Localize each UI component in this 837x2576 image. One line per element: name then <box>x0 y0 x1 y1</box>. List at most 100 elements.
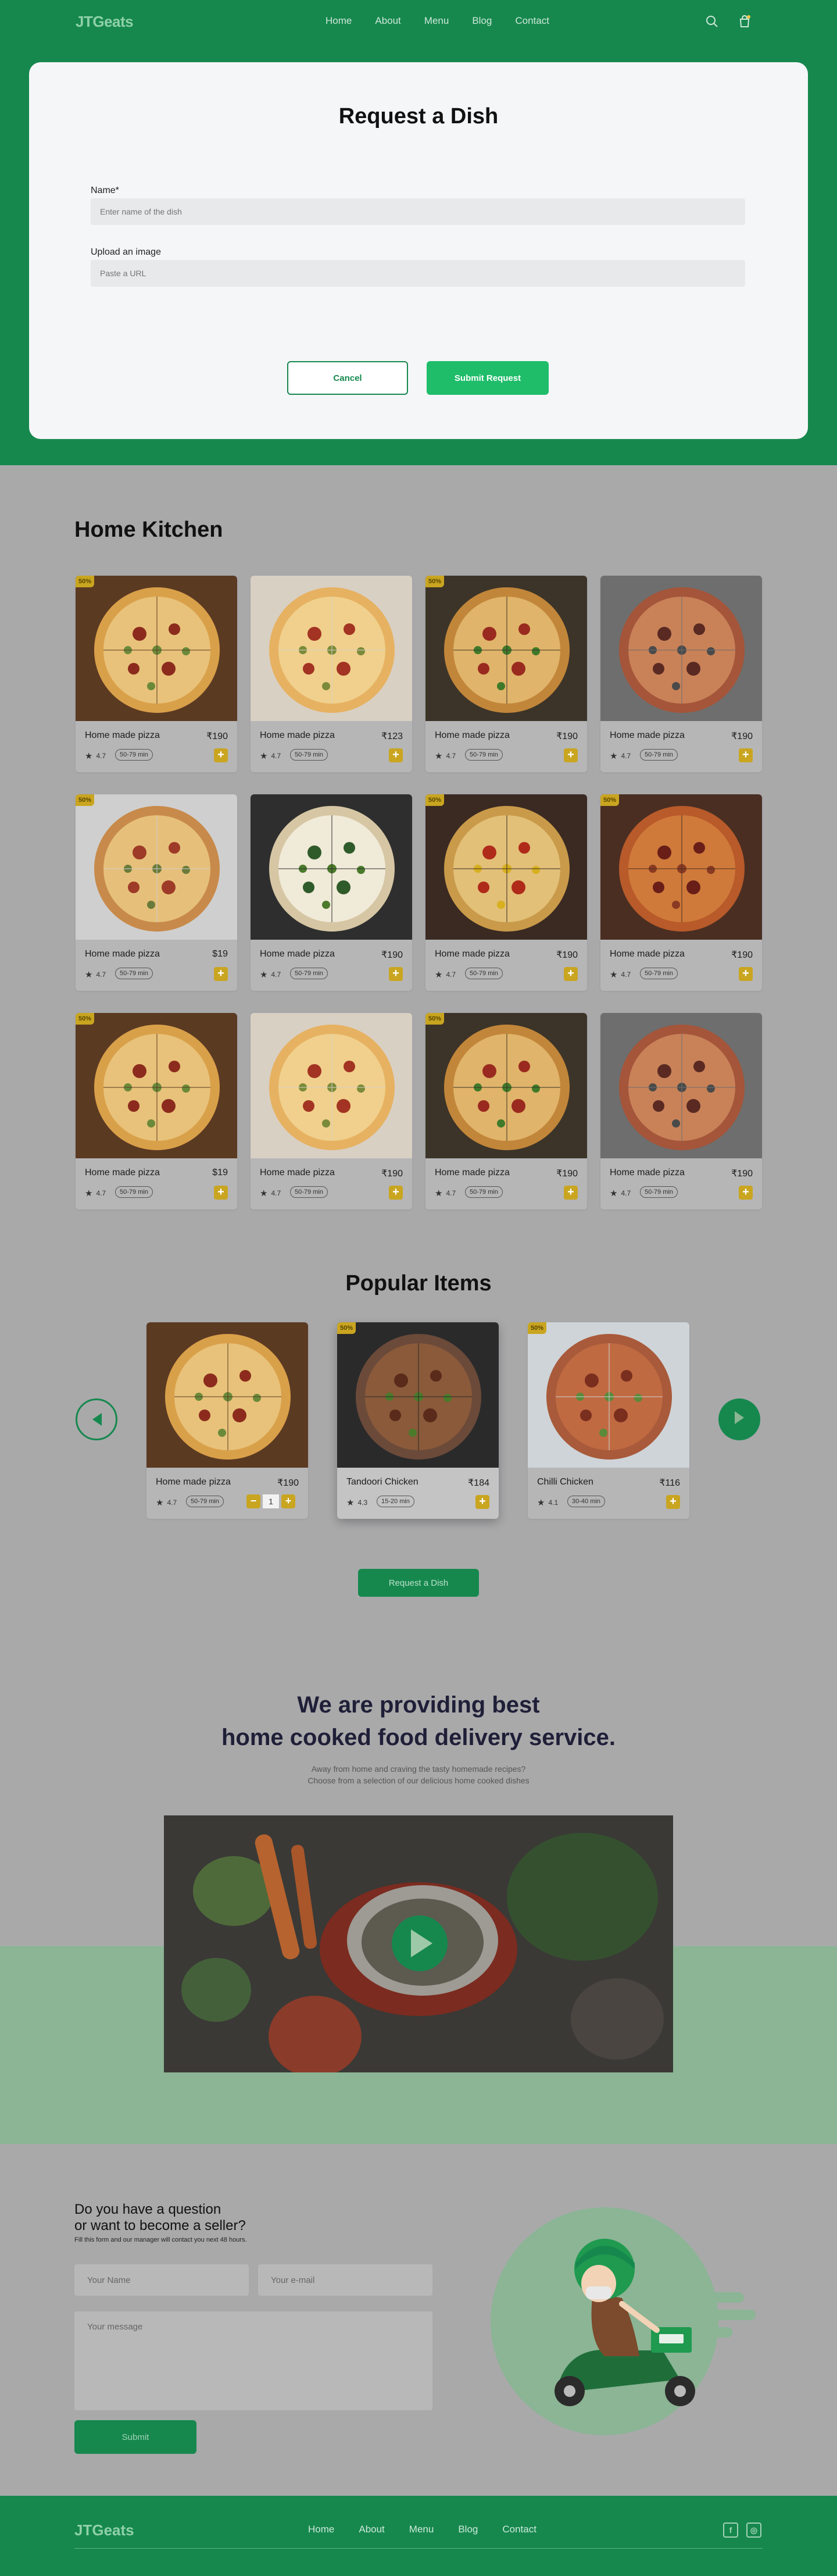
request-dish-modal: Request a Dish Name* Upload an image Can… <box>29 62 808 439</box>
quantity-stepper[interactable]: − 1 + <box>246 1494 295 1508</box>
contact-title-line2: or want to become a seller? <box>74 2218 246 2234</box>
card-name: Home made pizza <box>85 1168 160 1178</box>
food-card[interactable]: 50% Home made pizza ₹190 ★ 4.7 50-79 min + <box>76 576 237 772</box>
delivery-time-badge: 50-79 min <box>115 968 153 979</box>
footer-divider <box>74 2548 763 2549</box>
card-name: Home made pizza <box>156 1477 231 1487</box>
rating-value: 4.7 <box>96 752 106 760</box>
card-price: ₹190 <box>206 732 228 741</box>
footer-link-contact[interactable]: Contact <box>502 2524 536 2535</box>
footer-link-home[interactable]: Home <box>308 2524 334 2535</box>
footer-link-menu[interactable]: Menu <box>409 2524 434 2535</box>
card-name: Home made pizza <box>610 730 685 740</box>
discount-badge: 50% <box>600 794 620 806</box>
logo[interactable]: JTGeats <box>76 13 134 31</box>
rating-value: 4.7 <box>96 1189 106 1197</box>
food-card[interactable]: Home made pizza ₹190 ★ 4.7 50-79 min + <box>251 1013 412 1209</box>
add-to-cart-button[interactable]: + <box>739 967 753 981</box>
add-to-cart-button[interactable]: + <box>214 1186 228 1200</box>
cart-icon[interactable] <box>737 14 752 29</box>
add-to-cart-button[interactable]: + <box>739 748 753 762</box>
card-rating: ★ 4.7 <box>610 1188 631 1198</box>
card-image <box>146 1322 308 1468</box>
rating-value: 4.7 <box>446 752 456 760</box>
increase-qty-button[interactable]: + <box>281 1494 295 1508</box>
nav-link-blog[interactable]: Blog <box>472 15 492 27</box>
instagram-icon[interactable]: ◎ <box>746 2523 761 2538</box>
add-to-cart-button[interactable]: + <box>739 1186 753 1200</box>
food-card[interactable]: Home made pizza ₹190 ★ 4.7 50-79 min + <box>600 1013 762 1209</box>
footer-link-blog[interactable]: Blog <box>458 2524 478 2535</box>
card-name: Home made pizza <box>435 1168 510 1178</box>
rating-value: 4.1 <box>548 1498 559 1507</box>
add-to-cart-button[interactable]: + <box>564 967 578 981</box>
nav-link-contact[interactable]: Contact <box>515 15 549 27</box>
card-price: ₹190 <box>381 950 403 960</box>
food-card[interactable]: 50% Chilli Chicken ₹116 ★ 4.1 30-40 min + <box>528 1322 689 1519</box>
contact-submit-button[interactable]: Submit <box>74 2420 196 2454</box>
footer-logo[interactable]: JTGeats <box>74 2521 134 2539</box>
star-icon: ★ <box>610 1189 618 1198</box>
star-icon: ★ <box>610 751 618 761</box>
card-image <box>425 1013 587 1158</box>
card-rating: ★ 4.7 <box>435 751 456 761</box>
delivery-time-badge: 50-79 min <box>465 1186 503 1198</box>
add-to-cart-button[interactable]: + <box>475 1495 489 1509</box>
star-icon: ★ <box>85 970 93 980</box>
add-to-cart-button[interactable]: + <box>389 967 403 981</box>
facebook-icon[interactable]: f <box>723 2523 738 2538</box>
food-card[interactable]: 50% Home made pizza ₹190 ★ 4.7 50-79 min + <box>425 1013 587 1209</box>
food-image <box>425 1013 587 1158</box>
food-card[interactable]: 50% Tandoori Chicken ₹184 ★ 4.3 15-20 min + <box>337 1322 499 1519</box>
image-url-input[interactable] <box>91 260 745 287</box>
contact-message-input[interactable]: Your message <box>74 2311 432 2410</box>
food-card[interactable]: 50% Home made pizza ₹190 ★ 4.7 50-79 min + <box>425 794 587 991</box>
star-icon: ★ <box>156 1498 164 1508</box>
rating-value: 4.7 <box>96 971 106 979</box>
carousel-next-button[interactable] <box>718 1398 760 1440</box>
add-to-cart-button[interactable]: + <box>214 748 228 762</box>
promo-video[interactable] <box>164 1815 673 2072</box>
cancel-button[interactable]: Cancel <box>287 361 408 395</box>
submit-request-button[interactable]: Submit Request <box>427 361 549 395</box>
add-to-cart-button[interactable]: + <box>666 1495 680 1509</box>
carousel-prev-button[interactable] <box>76 1398 117 1440</box>
delivery-time-badge: 50-79 min <box>186 1496 224 1507</box>
delivery-time-badge: 50-79 min <box>640 749 678 761</box>
food-card[interactable]: 50% Home made pizza ₹190 ★ 4.7 50-79 min + <box>600 794 762 991</box>
star-icon: ★ <box>260 751 268 761</box>
food-card[interactable]: 50% Home made pizza $19 ★ 4.7 50-79 min + <box>76 1013 237 1209</box>
food-card[interactable]: Home made pizza ₹190 ★ 4.7 50-79 min <box>146 1322 308 1519</box>
rating-value: 4.7 <box>621 1189 631 1197</box>
nav-link-home[interactable]: Home <box>326 15 352 27</box>
star-icon: ★ <box>260 970 268 980</box>
food-card[interactable]: Home made pizza ₹190 ★ 4.7 50-79 min + <box>251 794 412 991</box>
star-icon: ★ <box>435 1189 443 1198</box>
food-card[interactable]: 50% Home made pizza $19 ★ 4.7 50-79 min + <box>76 794 237 991</box>
nav-link-menu[interactable]: Menu <box>424 15 449 27</box>
food-card[interactable]: 50% Home made pizza ₹190 ★ 4.7 50-79 min + <box>425 576 587 772</box>
star-icon: ★ <box>346 1498 355 1508</box>
card-rating: ★ 4.7 <box>156 1497 177 1508</box>
star-icon: ★ <box>85 751 93 761</box>
discount-badge: 50% <box>425 576 445 587</box>
footer-link-about[interactable]: About <box>359 2524 384 2535</box>
add-to-cart-button[interactable]: + <box>214 967 228 981</box>
decrease-qty-button[interactable]: − <box>246 1494 260 1508</box>
add-to-cart-button[interactable]: + <box>564 1186 578 1200</box>
nav-link-about[interactable]: About <box>375 15 400 27</box>
add-to-cart-button[interactable]: + <box>389 1186 403 1200</box>
request-dish-button[interactable]: Request a Dish <box>358 1569 479 1597</box>
food-card[interactable]: Home made pizza ₹123 ★ 4.7 50-79 min + <box>251 576 412 772</box>
food-card[interactable]: Home made pizza ₹190 ★ 4.7 50-79 min + <box>600 576 762 772</box>
card-rating: ★ 4.1 <box>537 1497 558 1508</box>
dish-name-input[interactable] <box>91 198 745 225</box>
add-to-cart-button[interactable]: + <box>564 748 578 762</box>
contact-email-input[interactable]: Your e-mail <box>258 2264 432 2296</box>
search-icon[interactable] <box>704 14 720 29</box>
food-image <box>337 1322 499 1468</box>
add-to-cart-button[interactable]: + <box>389 748 403 762</box>
discount-badge: 50% <box>76 576 95 587</box>
contact-name-input[interactable]: Your Name <box>74 2264 249 2296</box>
delivery-time-badge: 15-20 min <box>377 1496 414 1507</box>
